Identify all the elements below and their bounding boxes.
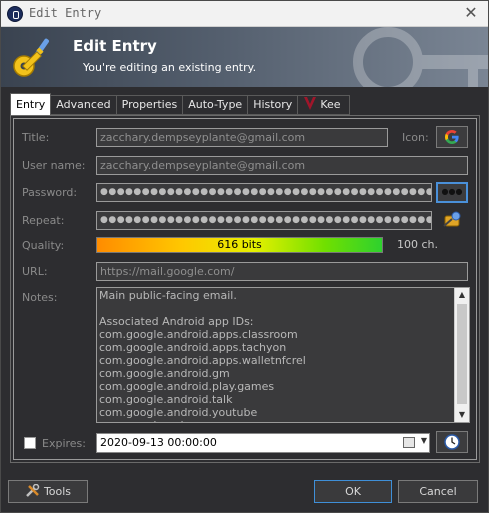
title-field[interactable]: zacchary.dempseyplante@gmail.com [96, 128, 388, 147]
banner-subtitle: You're editing an existing entry. [83, 61, 257, 74]
expires-label: Expires: [42, 437, 86, 450]
kee-icon [304, 97, 317, 110]
icon-label: Icon: [402, 131, 429, 144]
url-label: URL: [22, 265, 48, 278]
username-label: User name: [22, 159, 86, 172]
tab-properties[interactable]: Properties [115, 95, 184, 115]
tools-button[interactable]: Tools [8, 480, 88, 503]
password-generator-button[interactable] [442, 210, 464, 230]
tab-history[interactable]: History [247, 95, 299, 115]
calendar-icon [403, 437, 415, 448]
expiry-date-picker[interactable]: 2020-09-13 00:00:00 ▼ [96, 433, 430, 453]
clock-icon [444, 434, 460, 450]
show-password-button[interactable]: ●●● [436, 182, 468, 203]
tab-auto-type[interactable]: Auto-Type [182, 95, 249, 115]
window-title: Edit Entry [29, 6, 102, 20]
entry-panel-frame: Title: zacchary.dempseyplante@gmail.com … [13, 118, 477, 460]
repeat-password-field[interactable]: ●●●●●●●●●●●●●●●●●●●●●●●●●●●●●●●●●●●●●●●●… [96, 211, 432, 230]
password-quality-bar: 616 bits [96, 237, 383, 253]
tab-strip: Entry Advanced Properties Auto-Type Hist… [10, 93, 350, 115]
password-generator-icon [443, 211, 461, 227]
tools-label: Tools [43, 485, 72, 498]
expiry-presets-button[interactable] [436, 431, 468, 453]
key-icon [13, 38, 49, 77]
tab-advanced[interactable]: Advanced [50, 95, 117, 115]
title-label: Title: [22, 131, 50, 144]
quality-label: Quality: [22, 239, 65, 252]
tools-icon [26, 483, 40, 497]
edit-entry-dialog: Edit Entry ✕ Edit Entry You're editing a… [0, 0, 489, 513]
password-field[interactable]: ●●●●●●●●●●●●●●●●●●●●●●●●●●●●●●●●●●●●●●●●… [96, 183, 432, 202]
banner-heading: Edit Entry [73, 37, 157, 55]
scroll-up-icon[interactable]: ▲ [455, 288, 469, 302]
scroll-down-icon[interactable]: ▼ [455, 408, 469, 422]
tab-entry[interactable]: Entry [10, 93, 52, 115]
notes-scrollbar[interactable]: ▲ ▼ [454, 288, 469, 422]
username-field[interactable]: zacchary.dempseyplante@gmail.com [96, 156, 468, 175]
repeat-label: Repeat: [22, 214, 65, 227]
notes-text: Main public-facing email. Associated And… [99, 289, 306, 422]
cancel-button[interactable]: Cancel [398, 480, 478, 503]
entry-icon-button[interactable] [436, 126, 468, 148]
ok-button[interactable]: OK [314, 480, 392, 503]
notes-textarea[interactable]: Main public-facing email. Associated And… [96, 287, 470, 423]
expires-checkbox[interactable] [24, 437, 36, 449]
google-icon [445, 130, 459, 144]
password-length: 100 ch. [397, 238, 439, 251]
url-field[interactable]: https://mail.google.com/ [96, 262, 468, 281]
close-icon[interactable]: ✕ [462, 4, 480, 22]
chevron-down-icon[interactable]: ▼ [421, 436, 427, 445]
notes-label: Notes: [22, 291, 58, 304]
expiry-date-value: 2020-09-13 00:00:00 [100, 436, 217, 449]
dialog-banner: Edit Entry You're editing an existing en… [1, 27, 488, 87]
entry-panel: Title: zacchary.dempseyplante@gmail.com … [10, 115, 480, 463]
key-watermark-icon [353, 27, 488, 87]
scroll-thumb[interactable] [457, 304, 467, 404]
title-bar: Edit Entry ✕ [1, 1, 488, 27]
keepass-lock-icon [7, 6, 23, 22]
tab-kee-label: Kee [320, 98, 341, 111]
password-label: Password: [22, 186, 78, 199]
tab-kee[interactable]: Kee [297, 95, 350, 115]
